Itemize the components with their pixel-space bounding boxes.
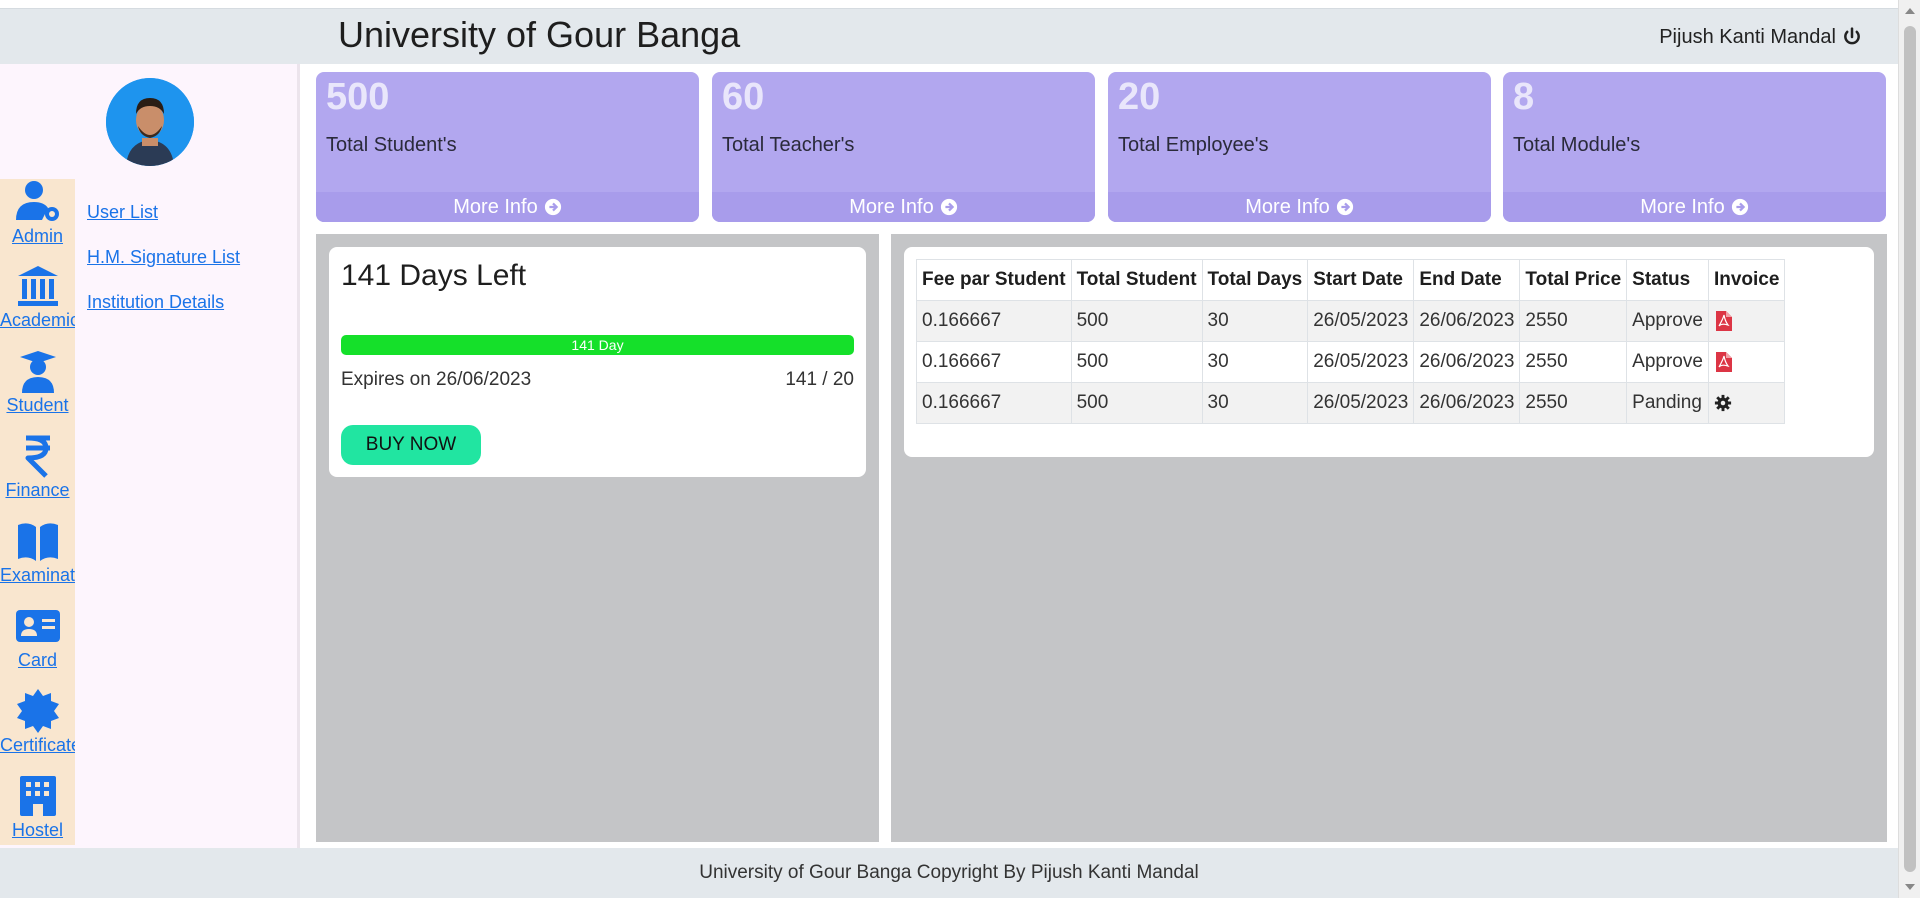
footer-text: University of Gour Banga Copyright By Pi…	[699, 862, 1199, 883]
days-left-card: 141 Days Left 141 Day Expires on 26/06/2…	[329, 247, 866, 477]
table-row: 0.166667 500 30 26/05/2023 26/06/2023 25…	[916, 300, 1786, 342]
more-info-button[interactable]: More Info	[1108, 192, 1491, 222]
table-row: 0.166667 500 30 26/05/2023 26/06/2023 25…	[916, 382, 1786, 424]
rupee-icon	[25, 435, 50, 478]
vertical-scrollbar[interactable]	[1898, 0, 1920, 898]
book-icon	[17, 523, 58, 561]
institution-details-link[interactable]: Institution Details	[87, 280, 240, 325]
col-fee: Fee par Student	[916, 259, 1072, 301]
stat-value: 60	[722, 76, 765, 118]
user-name: Pijush Kanti Mandal	[1659, 26, 1836, 48]
gear-icon[interactable]	[1714, 393, 1732, 413]
subscription-panel: 141 Days Left 141 Day Expires on 26/06/2…	[316, 234, 879, 842]
header: University of Gour Banga Pijush Kanti Ma…	[0, 8, 1898, 64]
graduate-icon	[19, 351, 56, 393]
id-card-icon	[15, 610, 60, 642]
module-hostel[interactable]: Hostel	[0, 774, 75, 841]
more-info-button[interactable]: More Info	[1503, 192, 1886, 222]
more-info-button[interactable]: More Info	[316, 192, 699, 222]
invoice-table: Fee par Student Total Student Total Days…	[916, 259, 1786, 424]
arrow-circle-right-icon	[544, 198, 561, 216]
module-certificate[interactable]: Certificate	[0, 689, 75, 756]
user-list-link[interactable]: User List	[87, 190, 240, 235]
table-header-row: Fee par Student Total Student Total Days…	[916, 259, 1786, 301]
stat-label: Total Student's	[326, 134, 457, 156]
table-row: 0.166667 500 30 26/05/2023 26/06/2023 25…	[916, 341, 1786, 383]
admin-submenu: User List H.M. Signature List Institutio…	[87, 190, 240, 325]
invoice-panel: Fee par Student Total Student Total Days…	[891, 234, 1887, 842]
sidebar: Admin Academic Student Finance Examinat …	[0, 64, 300, 848]
scroll-down-arrow[interactable]	[1905, 884, 1915, 890]
buy-now-button[interactable]: BUY NOW	[341, 425, 481, 465]
stat-label: Total Module's	[1513, 134, 1641, 156]
invoice-card: Fee par Student Total Student Total Days…	[904, 247, 1874, 457]
stat-value: 8	[1513, 76, 1535, 118]
stat-label: Total Employee's	[1118, 134, 1269, 156]
avatar[interactable]	[106, 78, 194, 166]
building-columns-icon	[17, 266, 58, 306]
footer: University of Gour Banga Copyright By Pi…	[0, 848, 1898, 898]
pdf-icon[interactable]	[1714, 351, 1732, 372]
col-start-date: Start Date	[1307, 259, 1415, 301]
pdf-icon[interactable]	[1714, 310, 1732, 331]
stat-value: 20	[1118, 76, 1161, 118]
module-examination[interactable]: Examination	[0, 519, 75, 586]
arrow-circle-right-icon	[1336, 198, 1353, 216]
col-total-days: Total Days	[1201, 259, 1309, 301]
col-total-price: Total Price	[1519, 259, 1628, 301]
certificate-icon	[16, 689, 59, 733]
hotel-icon	[19, 776, 56, 816]
stat-card-modules: 8 Total Module's More Info	[1503, 72, 1886, 222]
user-gear-icon	[15, 181, 59, 221]
stat-value: 500	[326, 76, 390, 118]
power-icon[interactable]	[1842, 27, 1862, 47]
stat-card-employees: 20 Total Employee's More Info	[1108, 72, 1491, 222]
module-academic[interactable]: Academic	[0, 264, 75, 331]
days-progress-bar: 141 Day	[341, 335, 854, 355]
stat-card-teachers: 60 Total Teacher's More Info	[712, 72, 1095, 222]
stat-card-students: 500 Total Student's More Info	[316, 72, 699, 222]
days-left-heading: 141 Days Left	[341, 259, 527, 292]
arrow-circle-right-icon	[940, 198, 957, 216]
scroll-up-arrow[interactable]	[1905, 8, 1915, 14]
days-ratio: 141 / 20	[785, 369, 854, 390]
expires-text: Expires on 26/06/2023	[341, 369, 532, 390]
module-student[interactable]: Student	[0, 349, 75, 416]
arrow-circle-right-icon	[1731, 198, 1748, 216]
col-total-student: Total Student	[1070, 259, 1203, 301]
page-title: University of Gour Banga	[338, 14, 741, 55]
module-card[interactable]: Card	[0, 604, 75, 671]
more-info-button[interactable]: More Info	[712, 192, 1095, 222]
user-menu[interactable]: Pijush Kanti Mandal	[1659, 23, 1862, 51]
col-invoice: Invoice	[1707, 259, 1786, 301]
top-strip	[0, 0, 1898, 8]
col-end-date: End Date	[1413, 259, 1521, 301]
days-progress: 141 Day	[341, 335, 854, 355]
col-status: Status	[1626, 259, 1709, 301]
hm-signature-list-link[interactable]: H.M. Signature List	[87, 235, 240, 280]
module-admin[interactable]: Admin	[0, 180, 75, 247]
module-finance[interactable]: Finance	[0, 434, 75, 501]
stat-label: Total Teacher's	[722, 134, 855, 156]
scroll-thumb[interactable]	[1904, 26, 1916, 872]
